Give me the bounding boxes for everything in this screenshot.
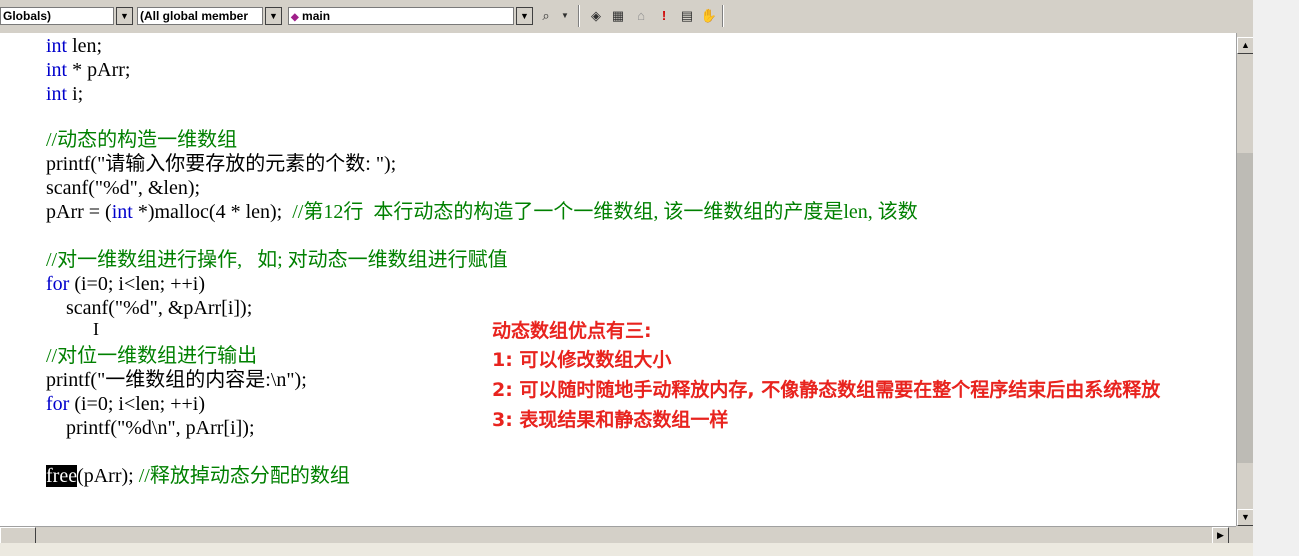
- code-comment: //第12行 本行动态的构造了一个一维数组, 该一维数组的产度是len, 该数: [292, 201, 918, 223]
- scroll-left-button[interactable]: [0, 527, 36, 544]
- scope-combo-value: Globals): [3, 9, 52, 23]
- scope-combo[interactable]: Globals): [0, 7, 114, 25]
- output-icon[interactable]: ▤: [678, 7, 696, 25]
- code-line: printf("一维数组的内容是:\n");: [46, 368, 307, 392]
- code-line: //对位一维数组进行输出: [46, 344, 257, 368]
- arrow-down-icon: ▼: [1241, 512, 1250, 522]
- code-line: printf("请输入你要存放的元素的个数: ");: [46, 152, 396, 176]
- code-comment: //释放掉动态分配的数组: [138, 465, 350, 487]
- scroll-down-button[interactable]: ▼: [1237, 509, 1254, 526]
- code-text: * pArr;: [67, 59, 131, 81]
- function-combo-dropdown[interactable]: ▼: [516, 7, 533, 25]
- execute-icon[interactable]: !: [655, 7, 673, 25]
- toolbar-separator: [578, 5, 580, 27]
- note-item: 3: 表现结果和静态数组一样: [492, 409, 729, 431]
- note-item: 2: 可以随时随地手动释放内存, 不像静态数组需要在整个程序结束后由系统释放: [492, 379, 1161, 401]
- scope-combo-dropdown[interactable]: ▼: [116, 7, 133, 25]
- code-editor[interactable]: int len; int * pArr; int i; //动态的构造一维数组 …: [0, 33, 1236, 526]
- chevron-down-icon[interactable]: ▼: [556, 7, 574, 25]
- code-line: free(pArr); //释放掉动态分配的数组: [46, 464, 350, 488]
- code-line: //对一维数组进行操作, 如; 对动态一维数组进行赋值: [46, 248, 508, 272]
- code-text: scanf("%d", &pArr[i]);: [46, 297, 253, 319]
- note-title: 动态数组优点有三:: [492, 320, 652, 342]
- class-wizard-icon[interactable]: ◈: [587, 7, 605, 25]
- text-cursor-icon: I: [93, 319, 99, 339]
- wizard-bar-icon[interactable]: ⌕: [537, 7, 555, 25]
- scrollbar-corner: [1236, 526, 1253, 543]
- code-line: printf("%d\n", pArr[i]);: [46, 416, 255, 440]
- keyword: int: [46, 35, 68, 57]
- code-line: for (i=0; i<len; ++i): [46, 272, 205, 296]
- code-text: scanf("%d", &len);: [46, 177, 201, 199]
- code-text: *)malloc(4 * len);: [132, 201, 293, 223]
- function-combo-value: main: [302, 9, 331, 23]
- vertical-scrollbar[interactable]: ▲ ▼: [1236, 33, 1254, 526]
- code-text: len;: [67, 35, 103, 57]
- member-combo-value: (All global member: [140, 9, 249, 23]
- code-line: int i;: [46, 82, 83, 106]
- code-comment: //动态的构造一维数组: [46, 129, 238, 151]
- keyword: int: [111, 201, 133, 223]
- code-comment: //对位一维数组进行输出: [46, 345, 258, 367]
- toolbar-separator: [722, 5, 724, 27]
- code-text: printf("请输入你要存放的元素的个数: ");: [46, 153, 397, 175]
- code-line: int * pArr;: [46, 58, 130, 82]
- function-combo[interactable]: ◆ main: [288, 7, 514, 25]
- code-text: (pArr);: [77, 465, 139, 487]
- build-icon[interactable]: ⌂: [632, 7, 650, 25]
- code-line: scanf("%d", &pArr[i]);: [46, 296, 252, 320]
- selected-text[interactable]: free: [46, 465, 78, 487]
- keyword: for: [46, 393, 70, 415]
- arrow-up-icon: ▲: [1241, 40, 1250, 50]
- scroll-right-button[interactable]: ▶: [1212, 527, 1229, 544]
- code-line: int len;: [46, 34, 102, 58]
- status-strip: [0, 543, 1253, 556]
- keyword: int: [46, 83, 68, 105]
- arrow-right-icon: ▶: [1217, 530, 1224, 540]
- member-combo-dropdown[interactable]: ▼: [265, 7, 282, 25]
- code-line: pArr = (int *)malloc(4 * len); //第12行 本行…: [46, 200, 918, 224]
- scrollbar-thumb[interactable]: [1237, 153, 1253, 463]
- chevron-down-icon: ▼: [269, 11, 278, 21]
- code-line: for (i=0; i<len; ++i): [46, 392, 205, 416]
- code-text: printf("%d\n", pArr[i]);: [46, 417, 255, 439]
- code-comment: //对一维数组进行操作, 如; 对动态一维数组进行赋值: [46, 249, 508, 271]
- chevron-down-icon: ▼: [120, 11, 129, 21]
- keyword: int: [46, 59, 68, 81]
- code-text: (i=0; i<len; ++i): [69, 273, 205, 295]
- scroll-up-button[interactable]: ▲: [1237, 37, 1254, 54]
- note-item: 1: 可以修改数组大小: [492, 349, 672, 371]
- code-text: printf("一维数组的内容是:\n");: [46, 369, 307, 391]
- code-line: scanf("%d", &len);: [46, 176, 200, 200]
- horizontal-scrollbar[interactable]: ▶: [0, 526, 1236, 544]
- toolbar: Globals) ▼ (All global member ▼ ◆ main ▼…: [0, 0, 1253, 34]
- chevron-down-icon: ▼: [520, 11, 529, 21]
- member-combo[interactable]: (All global member: [137, 7, 263, 25]
- diamond-icon: ◆: [291, 12, 299, 23]
- keyword: for: [46, 273, 70, 295]
- code-text: (i=0; i<len; ++i): [69, 393, 205, 415]
- hand-icon[interactable]: ✋: [700, 7, 718, 25]
- window-margin: [1253, 0, 1299, 556]
- compile-icon[interactable]: ▦: [609, 7, 627, 25]
- code-line: //动态的构造一维数组: [46, 128, 237, 152]
- code-text: i;: [67, 83, 84, 105]
- code-text: pArr = (: [46, 201, 112, 223]
